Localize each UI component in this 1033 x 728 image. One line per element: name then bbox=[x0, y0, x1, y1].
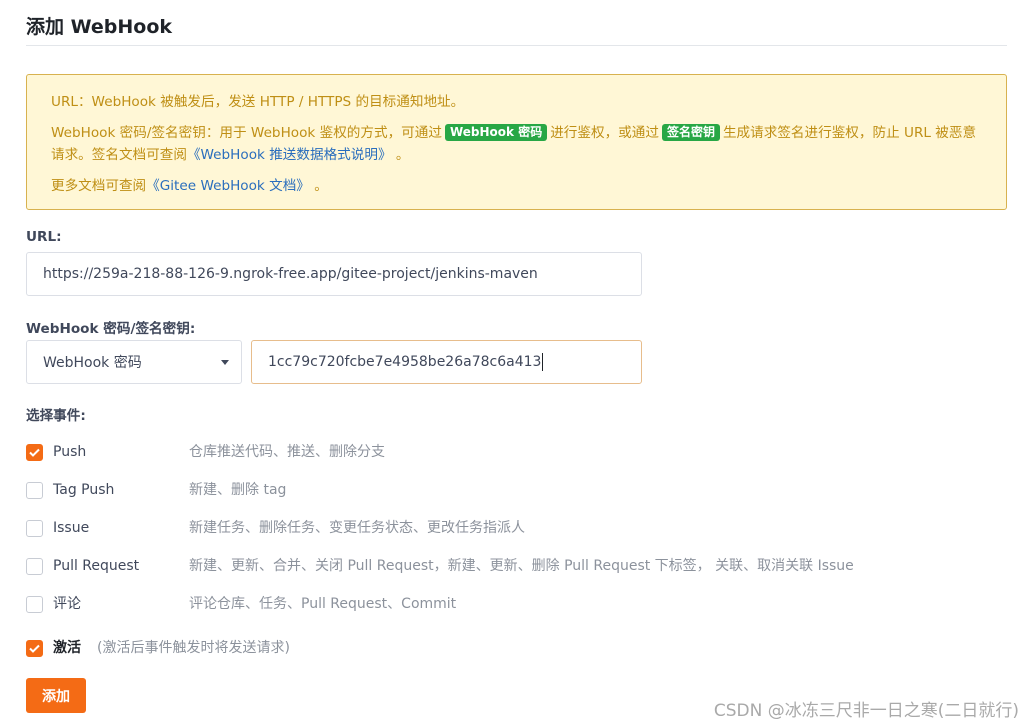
check-icon bbox=[29, 448, 40, 457]
event-row-tag-push[interactable]: Tag Push 新建、删除 tag bbox=[26, 480, 286, 500]
event-row-push[interactable]: Push 仓库推送代码、推送、删除分支 bbox=[26, 442, 385, 462]
title-divider bbox=[26, 45, 1007, 46]
activate-label: 激活 bbox=[53, 640, 81, 656]
add-button[interactable]: 添加 bbox=[26, 678, 86, 713]
checkbox-pull-request[interactable] bbox=[26, 557, 43, 575]
event-name: Pull Request bbox=[53, 558, 140, 574]
event-desc: 新建任务、删除任务、变更任务状态、更改任务指派人 bbox=[189, 520, 525, 536]
events-label: 选择事件: bbox=[26, 408, 86, 424]
secret-type-value: WebHook 密码 bbox=[43, 355, 142, 371]
event-desc: 评论仓库、任务、Pull Request、Commit bbox=[189, 596, 457, 612]
tag-webhook-password: WebHook 密码 bbox=[444, 124, 548, 141]
url-label: URL: bbox=[26, 229, 62, 245]
event-desc: 仓库推送代码、推送、删除分支 bbox=[189, 444, 385, 460]
event-row-pull-request[interactable]: Pull Request 新建、更新、合并、关闭 Pull Request，新建… bbox=[26, 556, 854, 576]
event-name: Push bbox=[53, 444, 87, 460]
info-notice: URL：WebHook 被触发后，发送 HTTP / HTTPS 的目标通知地址… bbox=[26, 74, 1007, 210]
event-name: Issue bbox=[53, 520, 90, 536]
notice-secret-line: WebHook 密码/签名密钥：用于 WebHook 鉴权的方式，可通过 WebH… bbox=[51, 122, 982, 166]
notice-text: WebHook 密码/签名密钥：用于 WebHook 鉴权的方式，可通过 bbox=[51, 125, 442, 141]
event-desc: 新建、删除 tag bbox=[189, 482, 287, 498]
event-desc: 新建、更新、合并、关闭 Pull Request，新建、更新、删除 Pull R… bbox=[189, 558, 854, 574]
text-caret bbox=[542, 353, 544, 371]
activate-row[interactable]: 激活 (激活后事件触发时将发送请求) bbox=[26, 638, 290, 658]
watermark: CSDN @冰冻三尺非一日之寒(二日就行) bbox=[713, 701, 1019, 721]
chevron-down-icon bbox=[221, 360, 229, 365]
check-icon bbox=[29, 644, 40, 653]
checkbox-tag-push[interactable] bbox=[26, 481, 43, 499]
gitee-webhook-doc-link[interactable]: 《Gitee WebHook 文档》 bbox=[146, 178, 310, 194]
page-title: 添加 WebHook bbox=[26, 16, 173, 38]
activate-hint: (激活后事件触发时将发送请求) bbox=[97, 640, 290, 656]
checkbox-comment[interactable] bbox=[26, 595, 43, 613]
notice-url-line: URL：WebHook 被触发后，发送 HTTP / HTTPS 的目标通知地址… bbox=[51, 94, 465, 110]
event-name: Tag Push bbox=[53, 482, 115, 498]
push-format-doc-link[interactable]: 《WebHook 推送数据格式说明》 bbox=[187, 147, 392, 163]
notice-text: 更多文档可查阅 bbox=[51, 178, 147, 194]
secret-label: WebHook 密码/签名密钥: bbox=[26, 321, 196, 337]
notice-docs-line: 更多文档可查阅《Gitee WebHook 文档》 。 bbox=[51, 175, 982, 197]
checkbox-activate[interactable] bbox=[26, 639, 43, 657]
event-name: 评论 bbox=[53, 596, 81, 612]
secret-input[interactable]: 1cc79c720fcbe7e4958be26a78c6a413 bbox=[251, 340, 642, 384]
notice-text: 。 bbox=[314, 178, 328, 194]
checkbox-issue[interactable] bbox=[26, 519, 43, 537]
tag-sign-key: 签名密钥 bbox=[661, 124, 720, 141]
secret-type-select[interactable]: WebHook 密码 bbox=[26, 340, 242, 384]
notice-text: 进行鉴权，或通过 bbox=[550, 125, 659, 141]
secret-input-value: 1cc79c720fcbe7e4958be26a78c6a413 bbox=[268, 354, 542, 370]
url-input-value: https://259a-218-88-126-9.ngrok-free.app… bbox=[43, 266, 538, 282]
url-input[interactable]: https://259a-218-88-126-9.ngrok-free.app… bbox=[26, 252, 642, 296]
checkbox-push[interactable] bbox=[26, 443, 43, 461]
event-row-issue[interactable]: Issue 新建任务、删除任务、变更任务状态、更改任务指派人 bbox=[26, 518, 525, 538]
notice-text: 。 bbox=[395, 147, 410, 163]
event-row-comment[interactable]: 评论 评论仓库、任务、Pull Request、Commit bbox=[26, 594, 456, 614]
